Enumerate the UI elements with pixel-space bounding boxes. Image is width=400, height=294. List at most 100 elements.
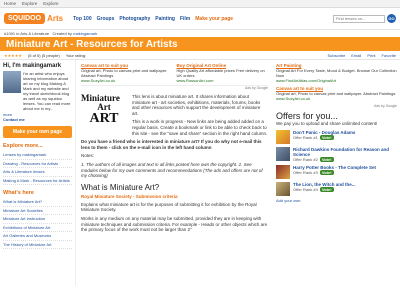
main-column: Canvas art to suit you Original art, Pho… xyxy=(76,60,273,286)
notes-text: 1. The authors of all images and text in… xyxy=(81,161,263,179)
whats-here-item[interactable]: Miniature Art Societies xyxy=(3,207,72,215)
whats-here-list: What is Miniature Art? Miniature Art Soc… xyxy=(3,198,72,249)
ad-body: Original art, Photo to canvas print and … xyxy=(81,68,168,78)
whats-here-item[interactable]: Exhibitions of Miniature Art xyxy=(3,224,72,232)
offer-rank: Offer Rank #3 xyxy=(293,169,318,175)
nav-painting[interactable]: Painting xyxy=(155,16,175,22)
top-utility-nav: Home Explore Explore xyxy=(0,0,400,8)
whats-here-item[interactable]: Miniature Art Instruction xyxy=(3,215,72,224)
offer-rank: Offer Rank #2 xyxy=(293,156,318,162)
ad-unit[interactable]: Canvas art to suit you Original art, Pho… xyxy=(81,63,173,83)
lens-rank[interactable]: #1091 in Arts & Literature xyxy=(4,31,49,36)
make-your-page-link[interactable]: Make your page xyxy=(195,16,233,22)
squidoo-logo[interactable]: SQUIDOO Arts xyxy=(4,13,63,24)
body-text: Works in any medium on any material may … xyxy=(81,215,268,233)
topnav-home[interactable]: Home xyxy=(4,1,16,6)
offers-title: Offers for you... xyxy=(276,111,338,121)
intro-section: Miniature Art ART This lens is about min… xyxy=(81,94,268,136)
page-title: Miniature Art - Resources for Artists xyxy=(6,38,178,50)
ad-url[interactable]: www.SuzyArt.co.uk xyxy=(81,78,173,83)
section-heading: What is Miniature Art? xyxy=(81,182,160,192)
nav-photography[interactable]: Photography xyxy=(119,16,150,22)
explore-item[interactable]: Drawing - Resources for Artists xyxy=(3,160,72,168)
share-links: Subscribe Email Print Favorite xyxy=(328,53,397,58)
ad-unit[interactable]: Art Painting Original Art For Every Tast… xyxy=(276,63,397,83)
offer-item[interactable]: Harry Potter Books - The Complete Set Of… xyxy=(276,164,397,179)
explore-list: Lenses by makingamark Drawing - Resource… xyxy=(3,151,72,185)
offer-rank: Offer Rank #4 xyxy=(293,186,318,192)
page-content: Hi, I'm makingamark I'm an artist who en… xyxy=(0,60,400,286)
subsection-text: Explains what miniature art is for the p… xyxy=(81,201,257,213)
meta-bar: ★★★★★ (5 of 5) (5 people) Your rating: S… xyxy=(0,51,400,60)
offer-item[interactable]: Richard Dawkins Foundation for Reason an… xyxy=(276,146,397,162)
avatar[interactable] xyxy=(3,71,21,93)
offer-item[interactable]: Don't Panic - Douglas Adams Offer Rank #… xyxy=(276,129,397,144)
offer-rank: Offer Rank #1 xyxy=(293,134,318,140)
ad-url[interactable]: www.RossonArt.com xyxy=(177,78,269,83)
rating-text: (5 of 5) (5 people) xyxy=(27,52,60,58)
explore-item[interactable]: Lenses by makingamark xyxy=(3,151,72,160)
vote-button[interactable]: Vote! xyxy=(319,169,334,175)
profile-box: I'm an artist who enjoys sharing informa… xyxy=(3,71,72,111)
nav-groups[interactable]: Groups xyxy=(97,16,115,22)
main-nav: Top 100 Groups Photography Painting Film… xyxy=(73,16,233,22)
make-own-page-button[interactable]: Make your own page xyxy=(3,126,72,138)
whats-here-item[interactable]: Art Galleries and Museums xyxy=(3,232,72,241)
left-column: Hi, I'm makingamark I'm an artist who en… xyxy=(0,60,76,286)
offer-thumbnail[interactable] xyxy=(276,146,290,161)
whats-here-item[interactable]: The History of Miniature Art xyxy=(3,241,72,249)
print-link[interactable]: Print xyxy=(367,53,375,58)
whats-here-title: What's here xyxy=(3,190,34,196)
topnav-explore-2[interactable]: Explore xyxy=(43,1,58,6)
nav-top-100[interactable]: Top 100 xyxy=(73,16,92,22)
offers-subtitle[interactable]: We pay you to upload and share unlimited… xyxy=(276,121,397,127)
vote-button[interactable]: Vote! xyxy=(319,134,334,140)
intro-paragraph: This lens is about miniature art. It sha… xyxy=(132,94,261,116)
rating-stars: ★★★★★ xyxy=(4,52,22,58)
created-by-label: Created by xyxy=(52,31,73,36)
site-header: SQUIDOO Arts Top 100 Groups Photography … xyxy=(0,8,400,30)
vote-button[interactable]: Vote! xyxy=(319,186,334,192)
ad-unit[interactable]: Buy Original Art Online High Quality Art… xyxy=(177,63,269,83)
offer-thumbnail[interactable] xyxy=(276,164,290,179)
email-link[interactable]: Email xyxy=(351,53,361,58)
subscribe-link[interactable]: Subscribe xyxy=(328,53,346,58)
topnav-explore[interactable]: Explore xyxy=(22,1,37,6)
contact-me-link[interactable]: Contact me xyxy=(3,117,72,122)
right-column: Art Painting Original Art For Every Tast… xyxy=(273,60,400,286)
search-go-button[interactable]: GO xyxy=(387,14,396,23)
ad-body: High Quality Art affordable prices Free … xyxy=(176,68,265,78)
vote-button[interactable]: Vote! xyxy=(319,156,334,162)
intro-text: This lens is about miniature art. It sha… xyxy=(132,94,268,136)
add-your-own-link[interactable]: Add your own xyxy=(276,198,397,203)
search-box: GO xyxy=(333,14,396,23)
breadcrumb: #1091 in Arts & Literature Created by ma… xyxy=(0,30,400,37)
explore-item[interactable]: Arts & Literature lenses xyxy=(3,168,72,177)
ad-url[interactable]: www.FindArtAtlas.com/OriginalArt xyxy=(276,78,397,83)
explore-more-title: Explore more... xyxy=(3,143,43,149)
subsection-link[interactable]: Royal Miniature Society - Submission cri… xyxy=(81,194,268,199)
author-link[interactable]: makingamark xyxy=(73,31,97,36)
ads-by-google[interactable]: Ads by Google xyxy=(276,104,397,108)
search-input[interactable] xyxy=(333,14,385,23)
nav-film[interactable]: Film xyxy=(180,16,190,22)
logo-badge: SQUIDOO xyxy=(4,13,46,24)
title-bar: Miniature Art - Resources for Artists xyxy=(0,37,400,51)
logo-line: ART xyxy=(89,111,119,126)
offer-item[interactable]: The Lion, the Witch and the... Offer Ran… xyxy=(276,181,397,196)
ad-unit[interactable]: Canvas art to suit you Original art, Pho… xyxy=(276,86,397,101)
offer-thumbnail[interactable] xyxy=(276,129,290,144)
notes-label: Notes: xyxy=(81,153,95,159)
ads-by-google[interactable]: Ads by Google xyxy=(81,86,268,90)
offer-thumbnail[interactable] xyxy=(276,181,290,196)
profile-greeting: Hi, I'm makingamark xyxy=(3,63,62,69)
miniature-art-logo: Miniature Art ART xyxy=(81,94,127,136)
explore-item[interactable]: Making A Mark - Resources for Artists xyxy=(3,177,72,185)
your-rating-label[interactable]: Your rating: xyxy=(66,53,86,58)
whats-here-item[interactable]: What is Miniature Art? xyxy=(3,198,72,207)
ad-body: Original Art For Every Taste, Mood & Bud… xyxy=(276,68,397,78)
favorite-link[interactable]: Favorite xyxy=(382,53,396,58)
offer-name[interactable]: Richard Dawkins Foundation for Reason an… xyxy=(293,147,397,157)
friend-paragraph: Do you have a friend who is interested i… xyxy=(81,139,262,150)
ad-url[interactable]: www.SuzyArt.co.uk xyxy=(276,96,397,101)
